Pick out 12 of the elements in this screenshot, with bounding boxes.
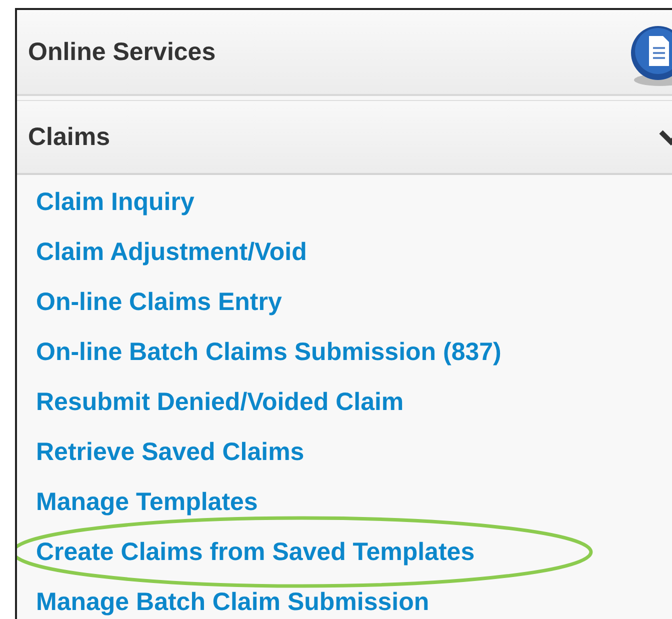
menu-link[interactable]: Manage Templates bbox=[36, 488, 258, 516]
section-title: Claims bbox=[28, 122, 110, 152]
menu-link[interactable]: Claim Adjustment/Void bbox=[36, 238, 307, 266]
document-icon bbox=[628, 24, 672, 88]
menu-link[interactable]: On-line Claims Entry bbox=[36, 288, 282, 316]
panel-title: Online Services bbox=[28, 38, 216, 66]
menu-link[interactable]: On-line Batch Claims Submission (837) bbox=[36, 338, 502, 366]
menu-link[interactable]: Manage Batch Claim Submission bbox=[36, 588, 430, 616]
menu-link[interactable]: Resubmit Denied/Voided Claim bbox=[36, 388, 404, 416]
section-header[interactable]: Claims bbox=[17, 100, 672, 175]
menu-link[interactable]: Retrieve Saved Claims bbox=[36, 438, 304, 466]
menu-link[interactable]: Claim Inquiry bbox=[36, 188, 194, 216]
